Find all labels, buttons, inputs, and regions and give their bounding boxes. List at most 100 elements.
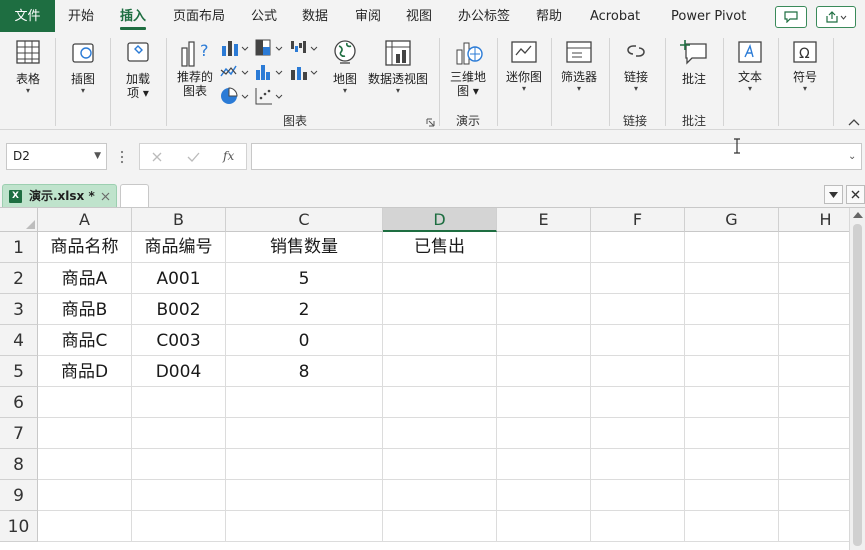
cell-d9[interactable] bbox=[383, 480, 497, 511]
link-button[interactable]: 链接 ▾ bbox=[616, 38, 656, 94]
row-header-1[interactable]: 1 bbox=[0, 232, 38, 263]
cell-d5[interactable] bbox=[383, 356, 497, 387]
tab-insert[interactable]: 插入 bbox=[120, 0, 147, 32]
cell-b3[interactable]: B002 bbox=[132, 294, 226, 325]
scroll-up-icon[interactable] bbox=[853, 212, 863, 218]
cell-a1[interactable]: 商品名称 bbox=[38, 232, 132, 263]
cell-a9[interactable] bbox=[38, 480, 132, 511]
column-header-c[interactable]: C bbox=[226, 208, 383, 232]
cell-f1[interactable] bbox=[591, 232, 685, 263]
cell-d8[interactable] bbox=[383, 449, 497, 480]
name-box[interactable]: D2 ▼ bbox=[6, 143, 107, 170]
tab-acrobat[interactable]: Acrobat bbox=[590, 0, 640, 32]
cell-h7[interactable] bbox=[779, 418, 849, 449]
cell-b6[interactable] bbox=[132, 387, 226, 418]
cell-c6[interactable] bbox=[226, 387, 383, 418]
pie-chart-icon[interactable] bbox=[219, 86, 249, 106]
row-header-10[interactable]: 10 bbox=[0, 511, 38, 542]
column-header-b[interactable]: B bbox=[132, 208, 226, 232]
column-header-h[interactable]: H bbox=[779, 208, 849, 232]
tab-formulas[interactable]: 公式 bbox=[251, 0, 277, 32]
statistic-chart-icon[interactable] bbox=[254, 62, 284, 82]
chevron-down-icon[interactable]: ▼ bbox=[94, 144, 101, 169]
cell-d1[interactable]: 已售出 bbox=[383, 232, 497, 263]
cell-a10[interactable] bbox=[38, 511, 132, 542]
vertical-scrollbar[interactable] bbox=[849, 208, 865, 550]
sparklines-button[interactable]: 迷你图 ▾ bbox=[503, 38, 545, 94]
cell-e9[interactable] bbox=[497, 480, 591, 511]
combo-chart-icon[interactable] bbox=[289, 62, 319, 82]
cell-f9[interactable] bbox=[591, 480, 685, 511]
cell-f2[interactable] bbox=[591, 263, 685, 294]
select-all-corner[interactable] bbox=[0, 208, 38, 232]
cell-b7[interactable] bbox=[132, 418, 226, 449]
cell-h2[interactable] bbox=[779, 263, 849, 294]
column-header-a[interactable]: A bbox=[38, 208, 132, 232]
new-document-tab[interactable] bbox=[120, 184, 149, 207]
cell-e5[interactable] bbox=[497, 356, 591, 387]
text-button[interactable]: 文本 ▾ bbox=[730, 38, 770, 94]
row-header-3[interactable]: 3 bbox=[0, 294, 38, 325]
formula-input[interactable] bbox=[251, 143, 862, 170]
cell-f4[interactable] bbox=[591, 325, 685, 356]
cell-f3[interactable] bbox=[591, 294, 685, 325]
tab-home[interactable]: 开始 bbox=[68, 0, 94, 32]
cell-h9[interactable] bbox=[779, 480, 849, 511]
tab-review[interactable]: 审阅 bbox=[355, 0, 381, 32]
column-header-f[interactable]: F bbox=[591, 208, 685, 232]
line-chart-icon[interactable] bbox=[219, 62, 249, 82]
cell-h10[interactable] bbox=[779, 511, 849, 542]
recommended-charts-button[interactable]: ? 推荐的 图表 bbox=[174, 38, 216, 98]
cell-f6[interactable] bbox=[591, 387, 685, 418]
cell-h1[interactable] bbox=[779, 232, 849, 263]
share-button[interactable] bbox=[816, 6, 856, 28]
row-header-9[interactable]: 9 bbox=[0, 480, 38, 511]
column-chart-icon[interactable] bbox=[219, 38, 249, 58]
cell-b2[interactable]: A001 bbox=[132, 263, 226, 294]
waterfall-chart-icon[interactable] bbox=[289, 38, 319, 58]
cell-g2[interactable] bbox=[685, 263, 779, 294]
cell-c2[interactable]: 5 bbox=[226, 263, 383, 294]
row-header-7[interactable]: 7 bbox=[0, 418, 38, 449]
addins-button[interactable]: 加载 项 ▾ bbox=[118, 38, 158, 100]
cell-d3[interactable] bbox=[383, 294, 497, 325]
row-header-2[interactable]: 2 bbox=[0, 263, 38, 294]
pivot-chart-button[interactable]: 数据透视图 ▾ bbox=[367, 38, 429, 96]
cell-e2[interactable] bbox=[497, 263, 591, 294]
cell-d2[interactable] bbox=[383, 263, 497, 294]
spreadsheet-grid[interactable]: ABCDEFGH 1 2 3 4 5 6 7 8 9 10 商品名称 商品编号 销售数量 已售出 商品A A… bbox=[0, 208, 849, 550]
cell-c9[interactable] bbox=[226, 480, 383, 511]
cell-g4[interactable] bbox=[685, 325, 779, 356]
3d-map-button[interactable]: 三维地 图 ▾ bbox=[446, 38, 490, 98]
tab-data[interactable]: 数据 bbox=[302, 0, 328, 32]
cell-g3[interactable] bbox=[685, 294, 779, 325]
cell-d6[interactable] bbox=[383, 387, 497, 418]
column-header-e[interactable]: E bbox=[497, 208, 591, 232]
cell-h8[interactable] bbox=[779, 449, 849, 480]
cell-f10[interactable] bbox=[591, 511, 685, 542]
cell-a8[interactable] bbox=[38, 449, 132, 480]
cell-h5[interactable] bbox=[779, 356, 849, 387]
expand-formula-bar-icon[interactable]: ⌄ bbox=[848, 143, 856, 170]
cell-a4[interactable]: 商品C bbox=[38, 325, 132, 356]
scatter-chart-icon[interactable] bbox=[254, 86, 284, 106]
cell-e8[interactable] bbox=[497, 449, 591, 480]
cell-g9[interactable] bbox=[685, 480, 779, 511]
filters-button[interactable]: 筛选器 ▾ bbox=[557, 38, 601, 94]
hierarchy-chart-icon[interactable] bbox=[254, 38, 284, 58]
symbol-button[interactable]: Ω 符号 ▾ bbox=[785, 38, 825, 94]
cancel-icon[interactable] bbox=[151, 151, 163, 163]
cell-f5[interactable] bbox=[591, 356, 685, 387]
file-menu[interactable]: 文件 bbox=[0, 0, 55, 32]
tab-help[interactable]: 帮助 bbox=[536, 0, 562, 32]
cell-e6[interactable] bbox=[497, 387, 591, 418]
cell-e10[interactable] bbox=[497, 511, 591, 542]
scrollbar-thumb[interactable] bbox=[853, 224, 862, 546]
cell-b4[interactable]: C003 bbox=[132, 325, 226, 356]
cell-d4[interactable] bbox=[383, 325, 497, 356]
cell-g8[interactable] bbox=[685, 449, 779, 480]
tab-page-layout[interactable]: 页面布局 bbox=[173, 0, 225, 32]
tab-power-pivot[interactable]: Power Pivot bbox=[671, 0, 746, 32]
close-icon[interactable] bbox=[101, 192, 110, 201]
cell-e1[interactable] bbox=[497, 232, 591, 263]
